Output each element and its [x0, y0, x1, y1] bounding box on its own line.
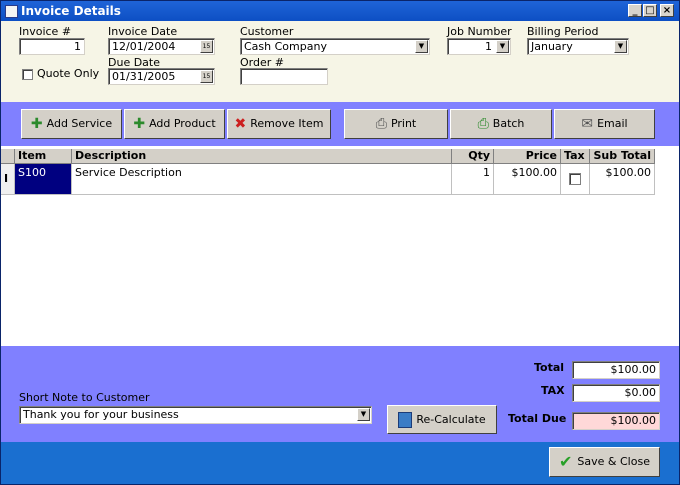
total-due-field: $100.00: [572, 412, 660, 430]
row-header-corner: [1, 149, 15, 164]
remove-icon: ✖: [234, 116, 247, 132]
invoice-details-window: Invoice Details _ □ × Invoice # 1 Invoic…: [0, 0, 680, 485]
due-date-value: 01/31/2005: [112, 70, 176, 83]
job-number-select[interactable]: 1 ▼: [447, 38, 511, 55]
window-icon: [5, 5, 18, 18]
add-product-icon: ✚: [133, 116, 146, 132]
save-close-label: Save & Close: [577, 455, 650, 468]
invoice-date-label: Invoice Date: [108, 25, 178, 38]
batch-button[interactable]: ⎙ Batch: [450, 109, 552, 139]
printer-icon: ⎙: [375, 116, 387, 132]
customer-label: Customer: [240, 25, 294, 38]
column-header-tax[interactable]: Tax: [561, 149, 590, 164]
remove-item-label: Remove Item: [250, 117, 324, 130]
print-label: Print: [390, 117, 417, 130]
quote-only-label: Quote Only: [37, 67, 100, 80]
total-field: $100.00: [572, 361, 660, 379]
cell-qty[interactable]: 1: [452, 164, 494, 195]
add-product-button[interactable]: ✚ Add Product: [124, 109, 225, 139]
window-title: Invoice Details: [21, 4, 121, 18]
recalculate-label: Re-Calculate: [416, 413, 486, 426]
short-note-value: Thank you for your business: [23, 408, 179, 421]
due-date-field[interactable]: 01/31/2005 15: [108, 68, 215, 85]
close-button[interactable]: ×: [660, 4, 674, 17]
totals-section: Short Note to Customer Thank you for you…: [1, 346, 679, 442]
add-service-label: Add Service: [46, 117, 113, 130]
title-bar[interactable]: Invoice Details _ □ ×: [1, 1, 679, 21]
recalculate-button[interactable]: Re-Calculate: [387, 405, 497, 434]
calendar-icon[interactable]: 15: [200, 40, 213, 53]
column-header-item[interactable]: Item: [15, 149, 72, 164]
column-header-description[interactable]: Description: [72, 149, 452, 164]
cell-price[interactable]: $100.00: [494, 164, 561, 195]
chevron-down-icon[interactable]: ▼: [496, 40, 509, 53]
chevron-down-icon[interactable]: ▼: [614, 40, 627, 53]
cell-subtotal[interactable]: $100.00: [590, 164, 655, 195]
remove-item-button[interactable]: ✖ Remove Item: [227, 109, 331, 139]
email-icon: ✉: [581, 116, 594, 132]
customer-value: Cash Company: [244, 40, 327, 53]
column-header-subtotal[interactable]: Sub Total: [590, 149, 655, 164]
billing-period-value: January: [531, 40, 573, 53]
print-button[interactable]: ⎙ Print: [344, 109, 448, 139]
order-number-field[interactable]: [240, 68, 328, 85]
total-label: Total: [534, 361, 565, 374]
customer-select[interactable]: Cash Company ▼: [240, 38, 430, 55]
maximize-button[interactable]: □: [643, 4, 657, 17]
email-label: Email: [597, 117, 628, 130]
chevron-down-icon[interactable]: ▼: [415, 40, 428, 53]
invoice-date-field[interactable]: 12/01/2004 15: [108, 38, 215, 55]
calculator-icon: [398, 412, 413, 428]
save-close-button[interactable]: ✔ Save & Close: [549, 447, 660, 477]
quote-only-checkbox[interactable]: [22, 69, 33, 80]
cell-description[interactable]: Service Description: [72, 164, 452, 195]
job-number-label: Job Number: [447, 25, 512, 38]
billing-period-label: Billing Period: [527, 25, 599, 38]
tax-label: TAX: [541, 384, 565, 397]
total-due-label: Total Due: [508, 412, 567, 425]
cell-tax[interactable]: [561, 164, 590, 195]
short-note-label: Short Note to Customer: [19, 391, 150, 404]
chevron-down-icon[interactable]: ▼: [357, 408, 370, 421]
billing-period-select[interactable]: January ▼: [527, 38, 629, 55]
short-note-input[interactable]: Thank you for your business ▼: [19, 406, 372, 424]
add-service-icon: ✚: [30, 116, 43, 132]
job-number-value: 1: [485, 40, 492, 53]
line-items-grid[interactable]: Item Description Qty Price Tax Sub Total…: [1, 146, 679, 346]
invoice-date-value: 12/01/2004: [112, 40, 176, 53]
batch-label: Batch: [492, 117, 525, 130]
tax-checkbox[interactable]: [569, 173, 581, 185]
calendar-icon[interactable]: 15: [200, 70, 213, 83]
minimize-button[interactable]: _: [628, 4, 642, 17]
batch-print-icon: ⎙: [477, 116, 489, 132]
cell-item[interactable]: S100: [15, 164, 72, 195]
column-header-price[interactable]: Price: [494, 149, 561, 164]
row-indicator[interactable]: I: [1, 164, 15, 195]
tax-field: $0.00: [572, 384, 660, 402]
checkmark-icon: ✔: [559, 452, 573, 471]
column-header-qty[interactable]: Qty: [452, 149, 494, 164]
footer-bar: ✔ Save & Close: [1, 442, 679, 484]
add-product-label: Add Product: [149, 117, 216, 130]
invoice-number-field[interactable]: 1: [19, 38, 85, 55]
invoice-number-label: Invoice #: [19, 25, 72, 38]
email-button[interactable]: ✉ Email: [554, 109, 655, 139]
add-service-button[interactable]: ✚ Add Service: [21, 109, 122, 139]
toolbar: ✚ Add Service ✚ Add Product ✖ Remove Item ⎙…: [1, 102, 679, 146]
